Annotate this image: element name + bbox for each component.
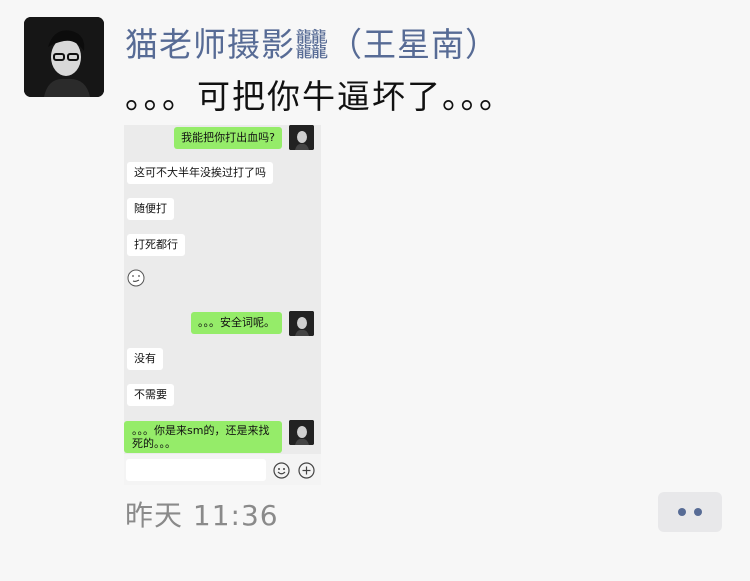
chat-message: 随便打	[127, 198, 174, 220]
chat-message: 我能把你打出血吗?	[174, 127, 282, 149]
chat-input-bar	[124, 454, 321, 485]
plus-icon	[298, 462, 315, 479]
chat-message: 打死都行	[127, 234, 185, 256]
chat-avatar	[289, 420, 314, 445]
chat-message: 这可不大半年没挨过打了吗	[127, 162, 273, 184]
chat-input-field	[126, 459, 266, 481]
chat-avatar	[289, 125, 314, 150]
more-options-icon	[694, 508, 702, 516]
chat-message: 。。。安全词呢。	[191, 312, 282, 334]
chat-message: 没有	[127, 348, 163, 370]
smirk-emoji-icon	[127, 269, 145, 287]
chat-message: 。。。你是来sm的，还是来找 死的。。。	[124, 421, 282, 453]
more-options-icon	[678, 508, 686, 516]
author-avatar[interactable]	[24, 17, 104, 97]
chat-screenshot-image[interactable]: 我能把你打出血吗? 这可不大半年没挨过打了吗 随便打 打死都行 。。。安全词呢。…	[124, 125, 321, 485]
post-text: 。。。可把你牛逼坏了。。。	[125, 77, 514, 116]
post-timestamp: 昨天 11:36	[125, 499, 279, 532]
chat-message: 不需要	[127, 384, 174, 406]
emoji-icon	[273, 462, 290, 479]
more-options-button[interactable]	[658, 492, 722, 532]
author-name[interactable]: 猫老师摄影𪚥（王星南）	[125, 18, 499, 66]
chat-avatar	[289, 311, 314, 336]
